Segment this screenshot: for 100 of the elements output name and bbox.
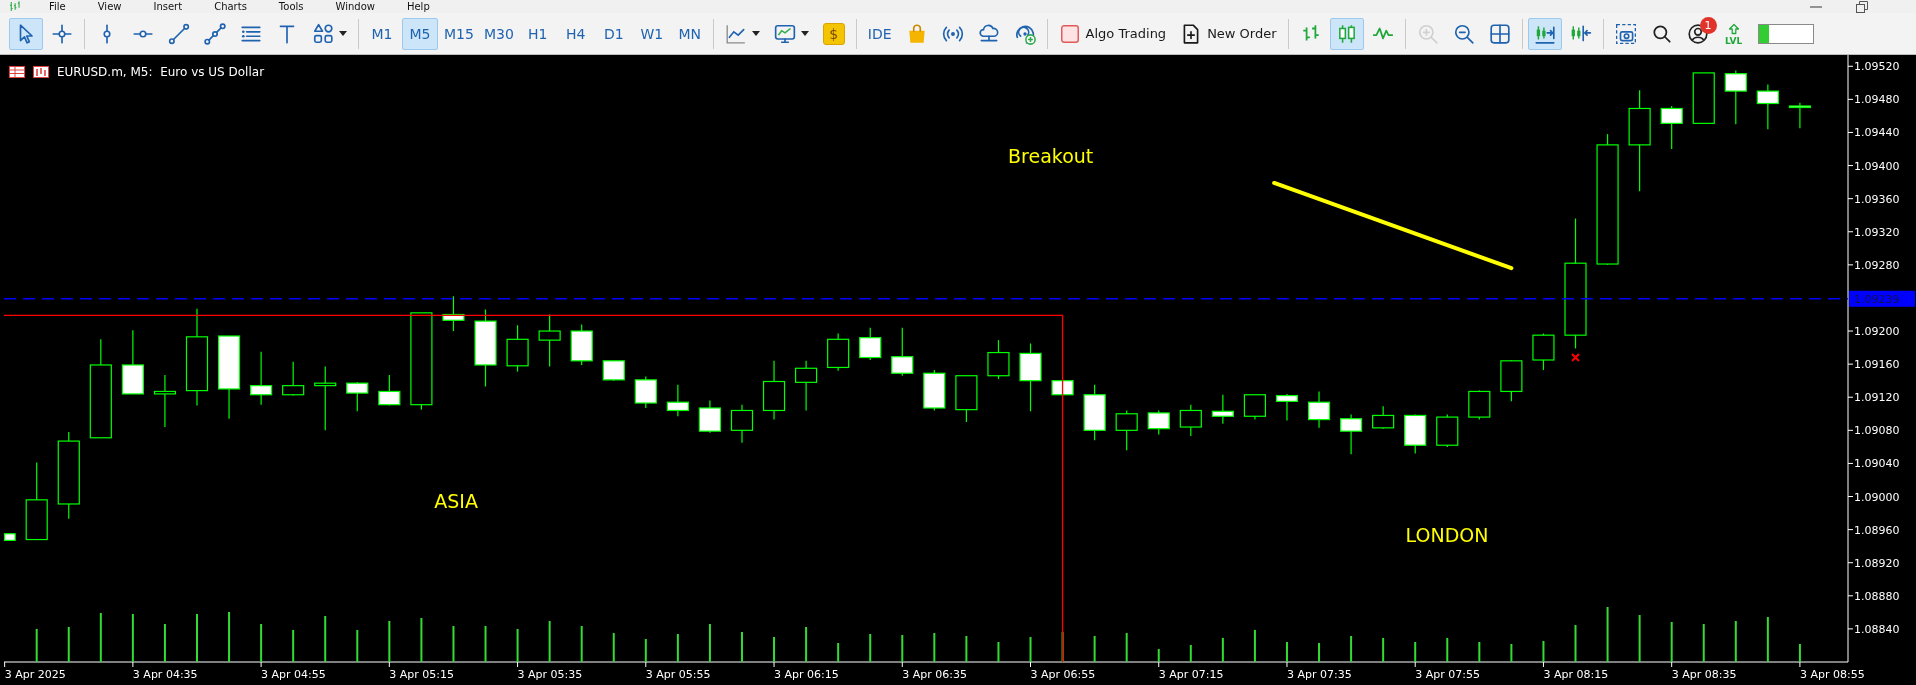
volume-bar (901, 635, 904, 662)
candlestick (1756, 83, 1779, 130)
price-label: 1.09160 (1854, 358, 1900, 372)
volume-bar (1606, 607, 1609, 662)
volume-bar (228, 612, 231, 662)
algo-trading-button[interactable]: Algo Trading (1052, 17, 1173, 50)
timeframe-button[interactable]: D1 (595, 17, 632, 50)
candlestick (1275, 393, 1299, 421)
trend-line-icon (168, 22, 190, 45)
menu-item[interactable]: Window (325, 0, 397, 13)
volume-bar (1125, 633, 1128, 662)
chart-annotation: Breakout (1008, 144, 1094, 167)
candlestick (827, 332, 850, 372)
volume-bar (869, 634, 872, 662)
price-label: 1.09200 (1854, 325, 1900, 339)
stop-square-icon (1058, 22, 1081, 45)
account-button[interactable]: 1 (1680, 17, 1715, 50)
candlestick (891, 327, 914, 377)
restore-icon (1856, 0, 1868, 13)
time-label: 3 Apr 04:35 (132, 668, 198, 681)
shapes-icon (312, 22, 334, 45)
menu-item[interactable]: Charts (204, 0, 269, 13)
menu-item[interactable]: File (39, 0, 88, 13)
chart-window-icon (33, 66, 49, 78)
time-label: 3 Apr 06:55 (1030, 668, 1096, 681)
price-label: 1.09320 (1854, 225, 1900, 239)
time-label: 3 Apr 05:15 (389, 668, 455, 681)
candlestick (1724, 69, 1747, 125)
candlestick (859, 327, 882, 361)
cross-marker (1571, 353, 1580, 362)
cursor-button[interactable] (9, 17, 43, 50)
time-label: 3 Apr 05:35 (517, 668, 583, 681)
candlestick (602, 360, 625, 382)
chart-app-icon (8, 0, 21, 13)
menu-item[interactable]: Insert (143, 0, 205, 13)
time-label: 3 Apr 06:15 (774, 668, 839, 681)
timeframe-button[interactable]: H4 (557, 17, 594, 50)
candlestick (1211, 394, 1234, 425)
ide-button[interactable]: IDE (861, 17, 898, 50)
volume-bar (452, 626, 455, 662)
candlestick-chart-button[interactable] (1329, 17, 1364, 50)
bid-price-label: 1.09239 (1849, 290, 1915, 307)
caret-icon (339, 31, 347, 36)
candlestick (3, 533, 16, 541)
timeframe-button[interactable]: H1 (519, 17, 556, 50)
volume-bar (1093, 636, 1096, 662)
menu-item[interactable]: Help (396, 0, 452, 13)
price-label: 1.09080 (1854, 424, 1900, 438)
candlestick (1500, 359, 1523, 402)
menu-item[interactable]: Tools (268, 0, 326, 13)
caret-icon (751, 31, 760, 36)
timeframe-button[interactable]: W1 (633, 17, 670, 50)
camera-icon (1614, 22, 1637, 45)
volume-bar (1318, 643, 1321, 662)
volume-bar (163, 624, 166, 662)
table-icon (9, 66, 25, 78)
candlestick (282, 361, 305, 397)
price-label: 1.09120 (1854, 391, 1900, 405)
volume-bar (1061, 632, 1064, 662)
volume-bar (260, 624, 263, 662)
volume-bar (292, 630, 295, 662)
price-label: 1.09280 (1854, 258, 1900, 272)
volume-bar (773, 637, 776, 662)
volume-bar (1798, 644, 1801, 662)
price-label: 1.09520 (1854, 60, 1900, 74)
candlestick (346, 381, 369, 412)
candlestick (570, 323, 593, 366)
timeframe-button[interactable]: M30 (479, 17, 518, 50)
new-order-button[interactable]: New Order (1174, 17, 1283, 50)
candlestick (538, 313, 561, 368)
user-icon (1686, 22, 1709, 45)
candlestick (1660, 105, 1683, 150)
timeframe-button[interactable]: M15 (440, 17, 478, 50)
price-label: 1.09480 (1854, 93, 1900, 107)
volume-bar (420, 618, 423, 662)
volume-bar (1189, 645, 1192, 662)
timeframe-button[interactable]: MN (671, 17, 708, 50)
volume-bar (1029, 637, 1032, 662)
candlestick (1372, 405, 1395, 430)
candlestick (442, 295, 465, 332)
candlestick (987, 339, 1010, 380)
volume-bar (1638, 615, 1641, 662)
volume-bar (1734, 621, 1737, 662)
time-label: 3 Apr 06:35 (902, 668, 967, 681)
candlestick (634, 375, 657, 409)
candlestick (1051, 380, 1074, 396)
timeframe-button[interactable]: M5 (402, 17, 438, 50)
time-label: 3 Apr 08:55 (1799, 668, 1865, 681)
timeframe-button[interactable]: M1 (364, 17, 400, 50)
price-label: 1.09360 (1854, 192, 1900, 206)
auto-scroll-button[interactable] (1527, 17, 1562, 50)
price-label: 1.08880 (1854, 589, 1900, 603)
volume-bar (548, 621, 551, 662)
market-watch-button[interactable]: $ (816, 17, 851, 50)
candlestick (1404, 414, 1427, 455)
candlestick (1692, 72, 1715, 124)
menu-item[interactable]: View (87, 0, 144, 13)
price-label: 1.09440 (1854, 126, 1900, 140)
volume-bar (933, 633, 936, 662)
candlestick (1436, 414, 1459, 448)
